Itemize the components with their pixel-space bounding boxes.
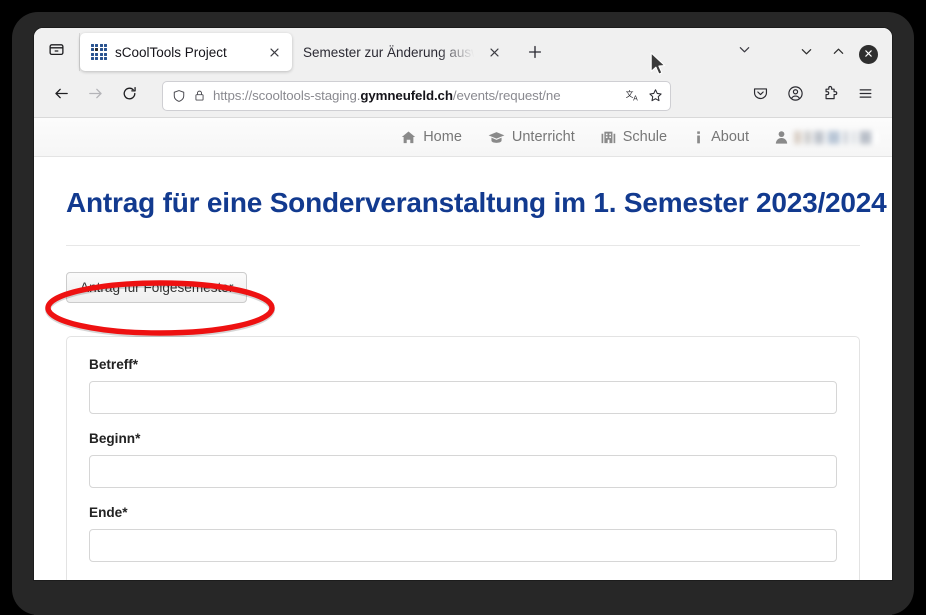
tracking-protection-icon[interactable] <box>172 89 186 103</box>
mouse-cursor <box>650 52 668 78</box>
tab-strip: sCoolTools Project Semester zur Änderung… <box>34 28 892 74</box>
translate-icon[interactable]: 文 A <box>626 88 641 103</box>
page-content: Antrag für eine Sonderveranstaltung im 1… <box>34 187 892 580</box>
tab-scooltools-project[interactable]: sCoolTools Project <box>80 33 292 71</box>
nav-item-home[interactable]: Home <box>401 129 462 145</box>
site-navigation: Home Unterricht <box>34 118 892 157</box>
field-label: Beginn* <box>89 431 837 446</box>
ende-input[interactable] <box>89 529 837 562</box>
url-domain: gymneufeld.ch <box>360 88 453 103</box>
action-button-row: Antrag für Folgesemester <box>66 272 860 303</box>
forward-icon <box>87 85 104 107</box>
forward-button[interactable] <box>80 81 110 111</box>
new-tab-button[interactable] <box>518 35 552 69</box>
url-bar[interactable]: https://scooltools-staging.gymneufeld.ch… <box>162 81 671 111</box>
browser-toolbar: https://scooltools-staging.gymneufeld.ch… <box>34 74 892 118</box>
graduation-cap-icon <box>488 130 505 145</box>
nav-item-schule[interactable]: Schule <box>601 129 667 145</box>
field-label: Ende* <box>89 505 837 520</box>
tab-title: Semester zur Änderung auswählen <box>303 45 476 60</box>
nav-item-label: Unterricht <box>512 129 575 145</box>
grid-favicon <box>91 44 107 60</box>
user-name-redacted <box>794 131 878 144</box>
app-menu-button[interactable] <box>850 81 880 111</box>
info-icon <box>693 130 704 145</box>
url-text[interactable]: https://scooltools-staging.gymneufeld.ch… <box>213 88 619 103</box>
firefox-view-button[interactable] <box>34 33 80 71</box>
minimize-button[interactable] <box>795 43 817 65</box>
account-icon <box>787 85 804 107</box>
reload-icon <box>121 85 138 107</box>
nav-item-unterricht[interactable]: Unterricht <box>488 129 575 145</box>
url-suffix: /events/request/ne <box>453 88 561 103</box>
extensions-button[interactable] <box>815 81 845 111</box>
nav-item-label: About <box>711 129 749 145</box>
url-prefix: https://scooltools-staging. <box>213 88 360 103</box>
form-field-beginn: Beginn* <box>89 431 837 488</box>
chevron-up-icon <box>832 45 845 63</box>
browser-window: sCoolTools Project Semester zur Änderung… <box>34 28 892 580</box>
form-field-ende: Ende* <box>89 505 837 562</box>
home-icon <box>401 130 416 145</box>
next-semester-button[interactable]: Antrag für Folgesemester <box>66 272 247 303</box>
toolbar-right-actions <box>745 81 880 111</box>
chevron-down-icon <box>800 45 813 63</box>
title-divider <box>66 245 860 246</box>
svg-text:A: A <box>633 96 638 103</box>
extensions-icon <box>822 85 839 107</box>
pocket-icon <box>752 85 769 107</box>
account-button[interactable] <box>780 81 810 111</box>
nav-item-label: Schule <box>623 129 667 145</box>
user-icon <box>775 130 788 145</box>
university-icon <box>601 130 616 145</box>
form-field-betreff: Betreff* <box>89 357 837 414</box>
nav-item-user-account[interactable] <box>775 130 878 145</box>
close-window-button[interactable] <box>859 45 878 64</box>
tab-close-button[interactable] <box>264 42 284 62</box>
betreff-input[interactable] <box>89 381 837 414</box>
page-title: Antrag für eine Sonderveranstaltung im 1… <box>66 187 860 219</box>
window-controls <box>795 43 878 65</box>
chevron-down-icon <box>738 43 751 61</box>
maximize-button[interactable] <box>827 43 849 65</box>
nav-item-label: Home <box>423 129 462 145</box>
field-label: Betreff* <box>89 357 837 372</box>
tab-close-button[interactable] <box>484 42 504 62</box>
tab-title: sCoolTools Project <box>115 45 256 60</box>
bookmark-star-icon[interactable] <box>648 88 663 103</box>
back-button[interactable] <box>46 81 76 111</box>
close-icon <box>864 45 873 63</box>
reload-button[interactable] <box>114 81 144 111</box>
list-all-tabs-button[interactable] <box>727 35 761 69</box>
back-icon <box>53 85 70 107</box>
request-form-card: Betreff* Beginn* Ende* <box>66 336 860 580</box>
hamburger-menu-icon <box>857 85 874 107</box>
nav-item-about[interactable]: About <box>693 129 749 145</box>
page-viewport: Home Unterricht <box>34 118 892 580</box>
beginn-input[interactable] <box>89 455 837 488</box>
tab-semester-auswahl[interactable]: Semester zur Änderung auswählen <box>292 33 512 71</box>
firefox-view-icon <box>48 41 65 63</box>
lock-icon[interactable] <box>193 89 206 102</box>
save-to-pocket-button[interactable] <box>745 81 775 111</box>
